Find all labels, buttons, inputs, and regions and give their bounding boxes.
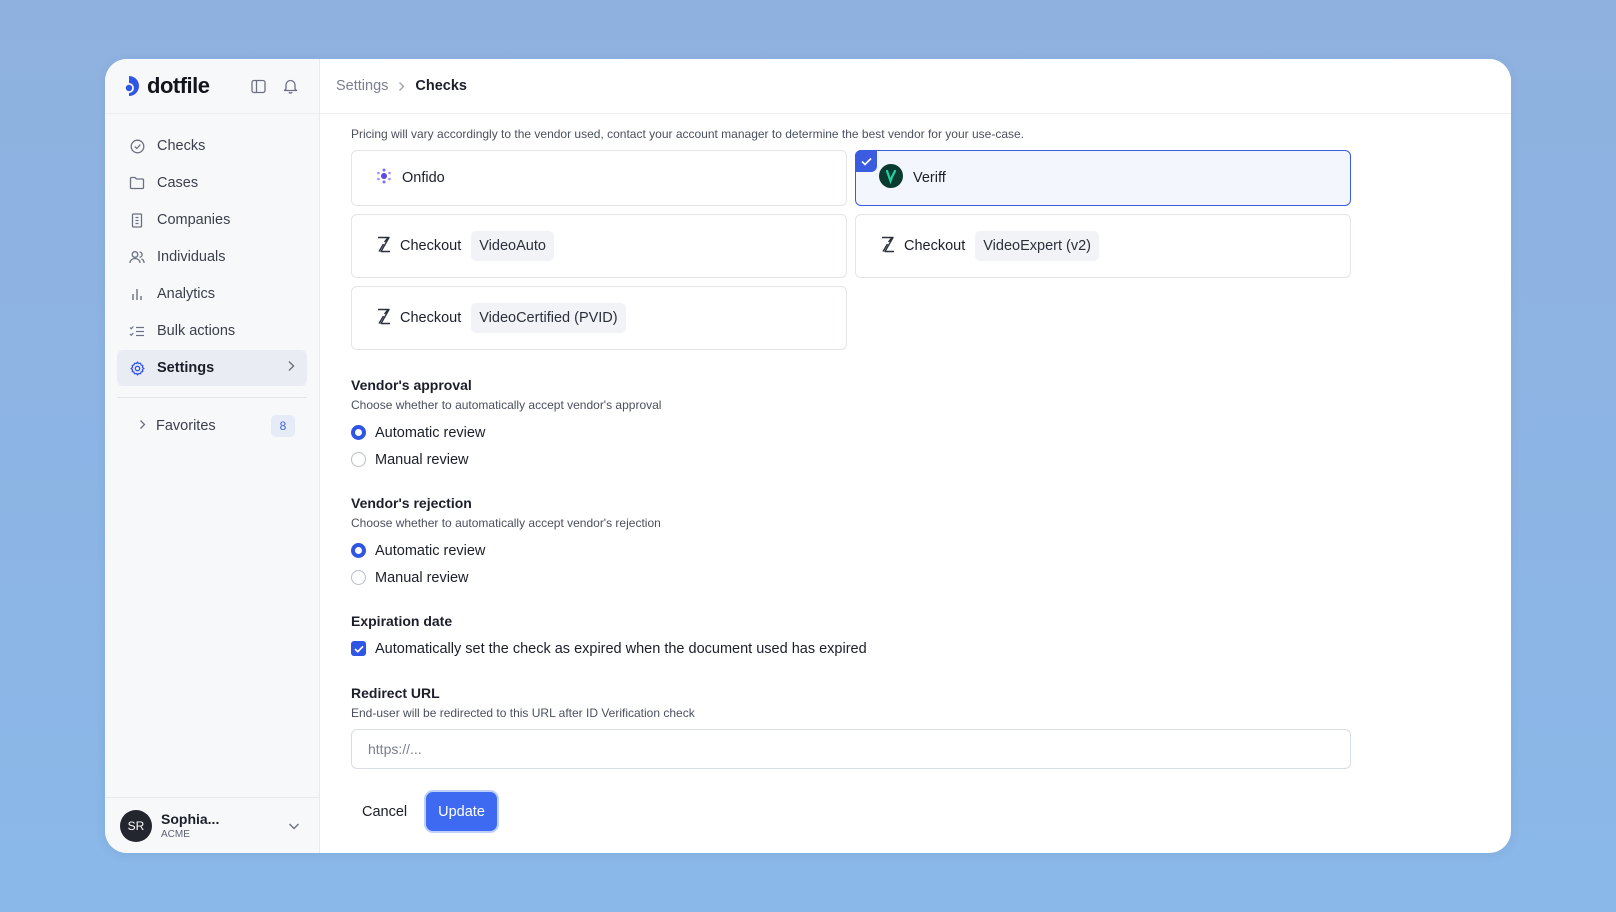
sidebar-item-label: Companies — [157, 212, 231, 228]
sidebar-item-label: Individuals — [157, 249, 226, 265]
vendor-options: Onfido Veriff Checkout VideoAuto Checkou… — [351, 150, 1351, 394]
redirect-title: Redirect URL — [351, 685, 440, 701]
radio-label: Manual review — [375, 569, 469, 586]
user-name: Sophia... — [161, 811, 220, 827]
sidebar-item-label: Checks — [157, 138, 206, 154]
user-org: ACME — [161, 829, 190, 840]
radio-label: Manual review — [375, 451, 469, 468]
sidebar-nav: Checks Cases Companies Individuals Analy… — [105, 114, 319, 387]
vendor-product-tag: VideoCertified (PVID) — [471, 303, 626, 333]
avatar: SR — [120, 809, 152, 842]
sidebar-item-label: Analytics — [157, 286, 216, 302]
form-actions: Cancel Update — [351, 792, 1351, 831]
sidebar: dotfile Checks Cases Companies Individua… — [105, 59, 320, 853]
rejection-description: Choose whether to automatically accept v… — [351, 516, 661, 530]
checks-settings-form: Vendor Pricing will vary accordingly to … — [351, 105, 1351, 831]
expiration-title: Expiration date — [351, 613, 453, 629]
main-content: Settings Checks Vendor Pricing will vary… — [320, 59, 1511, 853]
checkout-logo-icon — [376, 308, 392, 329]
breadcrumb-settings-link[interactable]: Settings — [336, 78, 388, 94]
bell-icon[interactable] — [281, 77, 299, 95]
veriff-logo-icon — [879, 164, 903, 192]
sidebar-item-label: Cases — [157, 175, 199, 191]
rejection-radio-group: Automatic review Manual review — [351, 537, 1351, 591]
users-icon — [129, 249, 145, 265]
user-menu[interactable]: SR Sophia... ACME — [105, 797, 319, 853]
sidebar-header: dotfile — [105, 59, 319, 114]
vendor-option-checkout-videoauto[interactable]: Checkout VideoAuto — [351, 214, 847, 278]
update-button[interactable]: Update — [426, 792, 497, 831]
radio-selected — [351, 543, 366, 558]
folder-icon — [129, 175, 145, 191]
approval-radio-group: Automatic review Manual review — [351, 419, 1351, 473]
sidebar-item-cases[interactable]: Cases — [117, 165, 307, 201]
vendor-name: Checkout — [904, 238, 966, 254]
dotfile-logo-icon — [125, 76, 139, 96]
sidebar-item-bulk-actions[interactable]: Bulk actions — [117, 313, 307, 349]
rejection-manual-radio[interactable]: Manual review — [351, 564, 1351, 591]
approval-manual-radio[interactable]: Manual review — [351, 446, 1351, 473]
sidebar-item-settings[interactable]: Settings — [117, 350, 307, 386]
app-window: dotfile Checks Cases Companies Individua… — [105, 59, 1511, 853]
chevron-right-icon — [139, 418, 146, 434]
vendor-option-veriff[interactable]: Veriff — [855, 150, 1351, 206]
breadcrumb: Settings Checks — [320, 59, 1511, 114]
favorites-label: Favorites — [156, 418, 216, 434]
logo-text: dotfile — [147, 73, 210, 98]
sidebar-item-checks[interactable]: Checks — [117, 128, 307, 164]
expiration-checkbox[interactable] — [351, 641, 366, 656]
radio-selected — [351, 425, 366, 440]
building-icon — [129, 212, 145, 228]
rejection-automatic-radio[interactable]: Automatic review — [351, 537, 1351, 564]
expiration-checkbox-row[interactable]: Automatically set the check as expired w… — [351, 635, 1351, 662]
checkout-logo-icon — [880, 236, 896, 257]
radio-unselected — [351, 570, 366, 585]
rejection-title: Vendor's rejection — [351, 495, 472, 511]
sidebar-item-companies[interactable]: Companies — [117, 202, 307, 238]
sidebar-item-individuals[interactable]: Individuals — [117, 239, 307, 275]
favorites-count-badge: 8 — [271, 415, 295, 437]
sidebar-item-label: Bulk actions — [157, 323, 236, 339]
vendor-name: Checkout — [400, 310, 462, 326]
chevron-down-icon — [288, 817, 300, 835]
vendor-description: Pricing will vary accordingly to the ven… — [351, 127, 1025, 141]
vendor-option-checkout-videocertified[interactable]: Checkout VideoCertified (PVID) — [351, 286, 847, 350]
favorites-toggle[interactable]: Favorites 8 — [117, 408, 307, 444]
sidebar-item-analytics[interactable]: Analytics — [117, 276, 307, 312]
cancel-button[interactable]: Cancel — [351, 796, 418, 828]
chevron-right-icon — [287, 360, 295, 376]
expiration-checkbox-label: Automatically set the check as expired w… — [375, 640, 867, 657]
logo[interactable]: dotfile — [120, 73, 210, 99]
vendor-option-checkout-videoexpert[interactable]: Checkout VideoExpert (v2) — [855, 214, 1351, 278]
bar-chart-icon — [129, 286, 145, 302]
approval-automatic-radio[interactable]: Automatic review — [351, 419, 1351, 446]
radio-unselected — [351, 452, 366, 467]
vendor-option-onfido[interactable]: Onfido — [351, 150, 847, 206]
approval-description: Choose whether to automatically accept v… — [351, 398, 662, 412]
vendor-name: Onfido — [402, 170, 445, 186]
vendor-product-tag: VideoExpert (v2) — [975, 231, 1099, 261]
sidebar-item-label: Settings — [157, 360, 215, 376]
sidebar-toggle-icon[interactable] — [249, 77, 267, 95]
gear-icon — [129, 360, 145, 376]
redirect-description: End-user will be redirected to this URL … — [351, 706, 695, 720]
vendor-product-tag: VideoAuto — [471, 231, 554, 261]
breadcrumb-current: Checks — [415, 78, 467, 94]
sidebar-divider — [117, 397, 307, 398]
check-circle-icon — [129, 138, 145, 154]
onfido-logo-icon — [376, 168, 392, 188]
list-checks-icon — [129, 323, 145, 339]
vendor-name: Veriff — [913, 170, 946, 186]
chevron-right-icon — [398, 81, 405, 92]
vendor-name: Checkout — [400, 238, 462, 254]
redirect-url-input[interactable]: https://... — [351, 729, 1351, 769]
radio-label: Automatic review — [375, 424, 486, 441]
check-icon — [353, 645, 364, 653]
checkout-logo-icon — [376, 236, 392, 257]
radio-label: Automatic review — [375, 542, 486, 559]
selected-check-icon — [855, 150, 877, 172]
